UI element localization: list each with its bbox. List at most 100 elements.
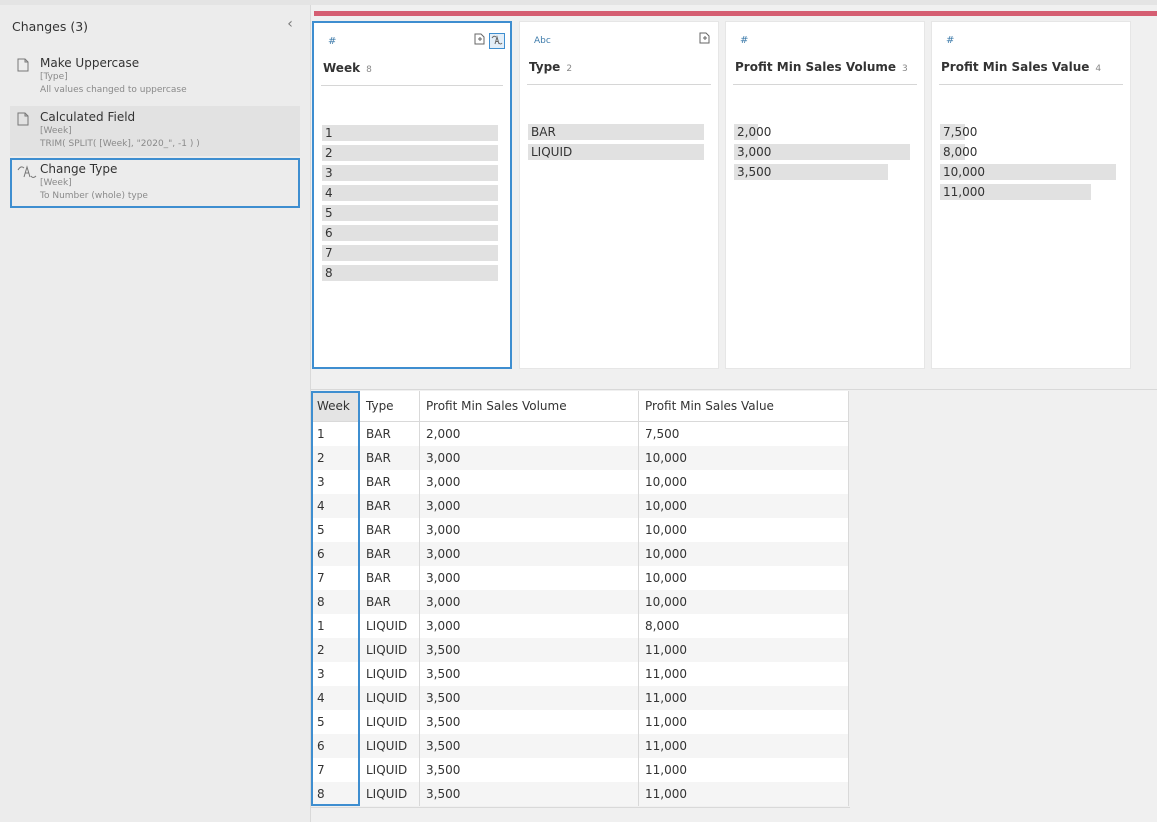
value-cell[interactable]: 10,000 — [638, 446, 849, 470]
week-cell[interactable]: 6 — [311, 734, 360, 758]
value-cell[interactable]: 11,000 — [638, 662, 849, 686]
value-bar[interactable]: 7,500 — [940, 124, 977, 140]
week-cell[interactable]: 5 — [311, 710, 360, 734]
week-cell[interactable]: 2 — [311, 446, 360, 470]
script-icon[interactable] — [696, 32, 712, 48]
column-header-profit-min-sales-value[interactable]: Profit Min Sales Value — [638, 391, 849, 422]
volume-cell[interactable]: 3,500 — [419, 782, 639, 806]
value-cell[interactable]: 10,000 — [638, 566, 849, 590]
type-cell[interactable]: LIQUID — [359, 614, 420, 638]
number-type-icon[interactable]: # — [328, 36, 336, 47]
volume-cell[interactable]: 3,000 — [419, 590, 639, 614]
week-cell[interactable]: 5 — [311, 518, 360, 542]
volume-cell[interactable]: 3,000 — [419, 470, 639, 494]
value-cell[interactable]: 11,000 — [638, 758, 849, 782]
profile-card-profit-min-sales-value[interactable]: # Profit Min Sales Value 4 7,500 8,000 10,0… — [931, 21, 1131, 369]
volume-cell[interactable]: 3,000 — [419, 542, 639, 566]
type-cell[interactable]: BAR — [359, 590, 420, 614]
script-icon[interactable] — [471, 33, 487, 49]
value-bar[interactable]: 3,000 — [734, 144, 910, 160]
number-type-icon[interactable]: # — [740, 35, 748, 46]
type-cell[interactable]: LIQUID — [359, 758, 420, 782]
value-bar[interactable]: 4 — [322, 185, 498, 201]
week-cell[interactable]: 7 — [311, 566, 360, 590]
type-cell[interactable]: BAR — [359, 494, 420, 518]
type-cell[interactable]: LIQUID — [359, 638, 420, 662]
change-item-make-uppercase[interactable]: Make Uppercase [Type] All values changed… — [10, 52, 300, 102]
type-cell[interactable]: LIQUID — [359, 782, 420, 806]
type-cell[interactable]: BAR — [359, 518, 420, 542]
volume-cell[interactable]: 3,500 — [419, 734, 639, 758]
week-cell[interactable]: 4 — [311, 686, 360, 710]
number-type-icon[interactable]: # — [946, 35, 954, 46]
value-bar[interactable]: 8 — [322, 265, 498, 281]
value-bar[interactable]: 7 — [322, 245, 498, 261]
value-bar[interactable]: LIQUID — [528, 144, 704, 160]
volume-cell[interactable]: 3,000 — [419, 494, 639, 518]
week-cell[interactable]: 1 — [311, 421, 360, 446]
type-cell[interactable]: LIQUID — [359, 662, 420, 686]
week-cell[interactable]: 2 — [311, 638, 360, 662]
week-cell[interactable]: 3 — [311, 662, 360, 686]
value-bar[interactable]: 11,000 — [940, 184, 1091, 200]
value-cell[interactable]: 10,000 — [638, 542, 849, 566]
type-cell[interactable]: LIQUID — [359, 710, 420, 734]
volume-cell[interactable]: 2,000 — [419, 421, 639, 446]
week-cell[interactable]: 1 — [311, 614, 360, 638]
week-cell[interactable]: 4 — [311, 494, 360, 518]
value-cell[interactable]: 10,000 — [638, 470, 849, 494]
type-cell[interactable]: LIQUID — [359, 734, 420, 758]
value-bar[interactable]: 2,000 — [734, 124, 771, 140]
type-cell[interactable]: LIQUID — [359, 686, 420, 710]
value-bar[interactable]: 6 — [322, 225, 498, 241]
column-header-type[interactable]: Type — [359, 391, 420, 422]
volume-cell[interactable]: 3,000 — [419, 446, 639, 470]
value-bar[interactable]: 1 — [322, 125, 498, 141]
week-cell[interactable]: 3 — [311, 470, 360, 494]
volume-cell[interactable]: 3,500 — [419, 638, 639, 662]
type-cell[interactable]: BAR — [359, 470, 420, 494]
volume-cell[interactable]: 3,000 — [419, 614, 639, 638]
value-bar[interactable]: 2 — [322, 145, 498, 161]
value-cell[interactable]: 10,000 — [638, 494, 849, 518]
value-bar[interactable]: BAR — [528, 124, 704, 140]
string-type-icon[interactable]: Abc — [534, 36, 551, 46]
type-cell[interactable]: BAR — [359, 421, 420, 446]
value-cell[interactable]: 7,500 — [638, 421, 849, 446]
change-type-icon[interactable] — [489, 33, 505, 49]
value-bar[interactable]: 8,000 — [940, 144, 977, 160]
value-cell[interactable]: 8,000 — [638, 614, 849, 638]
value-bar[interactable]: 5 — [322, 205, 498, 221]
value-cell[interactable]: 10,000 — [638, 518, 849, 542]
value-bar[interactable]: 3,500 — [734, 164, 888, 180]
profile-card-profit-min-sales-volume[interactable]: # Profit Min Sales Volume 3 2,000 3,000 3,5… — [725, 21, 925, 369]
value-cell[interactable]: 11,000 — [638, 710, 849, 734]
value-cell[interactable]: 10,000 — [638, 590, 849, 614]
type-cell[interactable]: BAR — [359, 446, 420, 470]
week-cell[interactable]: 8 — [311, 590, 360, 614]
value-cell[interactable]: 11,000 — [638, 734, 849, 758]
week-cell[interactable]: 7 — [311, 758, 360, 782]
change-item-change-type[interactable]: Change Type [Week] To Number (whole) typ… — [10, 158, 300, 208]
week-cell[interactable]: 6 — [311, 542, 360, 566]
week-cell[interactable]: 8 — [311, 782, 360, 806]
volume-cell[interactable]: 3,500 — [419, 662, 639, 686]
value-cell[interactable]: 11,000 — [638, 686, 849, 710]
value-cell[interactable]: 11,000 — [638, 638, 849, 662]
profile-card-type[interactable]: Abc Type 2 BAR LIQUID — [519, 21, 719, 369]
type-cell[interactable]: BAR — [359, 542, 420, 566]
value-bar[interactable]: 10,000 — [940, 164, 1116, 180]
change-item-calculated-field[interactable]: Calculated Field [Week] TRIM( SPLIT( [We… — [10, 106, 300, 156]
profile-card-week[interactable]: # Week 8 1 2 3 4 5 6 7 8 — [312, 21, 512, 369]
type-cell[interactable]: BAR — [359, 566, 420, 590]
volume-cell[interactable]: 3,500 — [419, 758, 639, 782]
value-cell[interactable]: 11,000 — [638, 782, 849, 806]
volume-cell[interactable]: 3,000 — [419, 566, 639, 590]
collapse-panel-icon[interactable]: ‹ — [283, 15, 297, 33]
volume-cell[interactable]: 3,500 — [419, 686, 639, 710]
volume-cell[interactable]: 3,000 — [419, 518, 639, 542]
column-header-profit-min-sales-volume[interactable]: Profit Min Sales Volume — [419, 391, 639, 422]
column-header-week[interactable]: Week — [311, 391, 360, 422]
volume-cell[interactable]: 3,500 — [419, 710, 639, 734]
value-bar[interactable]: 3 — [322, 165, 498, 181]
